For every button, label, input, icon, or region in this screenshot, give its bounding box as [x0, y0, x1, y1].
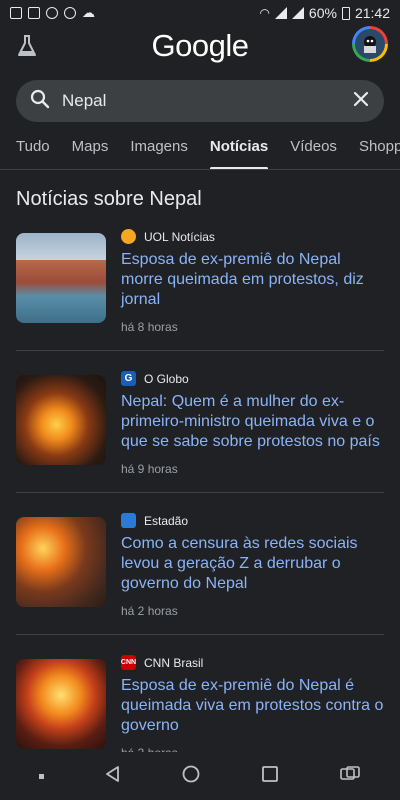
news-source: G O Globo [121, 371, 384, 386]
news-thumbnail[interactable] [16, 659, 106, 749]
tab-tudo[interactable]: Tudo [16, 136, 50, 169]
rotate-icon[interactable] [339, 764, 361, 789]
news-headline[interactable]: Esposa de ex-premiê do Nepal morre queim… [121, 250, 384, 310]
search-icon[interactable] [30, 89, 50, 114]
cloud-icon: ☁ [82, 5, 95, 20]
status-system-icons: ◠ 60% 21:42 [259, 5, 390, 21]
news-source-name: UOL Notícias [144, 229, 215, 244]
battery-level: 60% [308, 5, 337, 21]
nav-indicator-icon [39, 773, 45, 779]
news-content: G O Globo Nepal: Quem é a mulher do ex-p… [121, 371, 384, 476]
tab-videos[interactable]: Vídeos [290, 136, 337, 169]
news-time: há 9 horas [121, 462, 178, 476]
news-source: Estadão [121, 513, 384, 528]
estadao-favicon-icon [121, 513, 136, 528]
search-input[interactable] [62, 91, 352, 111]
news-item[interactable]: UOL Notícias Esposa de ex-premiê do Nepa… [16, 225, 384, 351]
news-list: UOL Notícias Esposa de ex-premiê do Nepa… [0, 225, 400, 800]
news-item[interactable]: Estadão Como a censura às redes sociais … [16, 509, 384, 635]
news-thumbnail[interactable] [16, 517, 106, 607]
search-tabs: Tudo Maps Imagens Notícias Vídeos Shoppi… [0, 136, 400, 170]
tab-shopping[interactable]: Shopping [359, 136, 400, 169]
tab-maps[interactable]: Maps [72, 136, 109, 169]
google-logo: Google [151, 28, 249, 63]
news-headline[interactable]: Como a censura às redes sociais levou a … [121, 534, 384, 594]
news-content: Estadão Como a censura às redes sociais … [121, 513, 384, 618]
avatar-image [355, 29, 385, 59]
signal-icon [274, 7, 287, 19]
news-item[interactable]: G O Globo Nepal: Quem é a mulher do ex-p… [16, 367, 384, 493]
tab-imagens[interactable]: Imagens [130, 136, 188, 169]
signal-icon-2 [291, 7, 304, 19]
news-time: há 2 horas [121, 604, 178, 618]
status-notification-icons: ☁ [10, 5, 95, 21]
news-time: há 8 horas [121, 320, 178, 334]
news-source-name: CNN Brasil [144, 655, 204, 670]
back-icon[interactable] [103, 764, 123, 789]
status-bar: ☁ ◠ 60% 21:42 [0, 0, 400, 26]
clock: 21:42 [354, 5, 390, 21]
news-source: UOL Notícias [121, 229, 384, 244]
news-content: UOL Notícias Esposa de ex-premiê do Nepa… [121, 229, 384, 334]
battery-icon [341, 6, 350, 20]
image-icon [28, 7, 40, 19]
android-nav-bar [0, 752, 400, 800]
news-thumbnail[interactable] [16, 375, 106, 465]
labs-flask-icon[interactable] [16, 34, 38, 58]
o-globo-favicon-icon: G [121, 371, 136, 386]
uol-favicon-icon [121, 229, 136, 244]
section-title: Notícias sobre Nepal [16, 188, 202, 210]
notification-icon [10, 7, 22, 19]
news-source: CNN CNN Brasil [121, 655, 384, 670]
news-thumbnail[interactable] [16, 233, 106, 323]
news-headline[interactable]: Esposa de ex-premiê do Nepal é queimada … [121, 676, 384, 736]
cnn-favicon-icon: CNN [121, 655, 136, 670]
news-source-name: O Globo [144, 371, 189, 386]
top-bar: Google [0, 26, 400, 66]
news-content: CNN CNN Brasil Esposa de ex-premiê do Ne… [121, 655, 384, 760]
shield-icon [46, 7, 58, 19]
news-headline[interactable]: Nepal: Quem é a mulher do ex-primeiro-mi… [121, 392, 384, 452]
block-icon [64, 7, 76, 19]
account-avatar[interactable] [352, 26, 388, 62]
search-bar[interactable] [16, 80, 384, 122]
wifi-icon: ◠ [259, 6, 270, 20]
news-source-name: Estadão [144, 513, 189, 528]
recents-icon[interactable] [260, 764, 280, 789]
tab-noticias[interactable]: Notícias [209, 136, 269, 169]
home-icon[interactable] [181, 764, 201, 789]
clear-icon[interactable] [352, 90, 370, 113]
